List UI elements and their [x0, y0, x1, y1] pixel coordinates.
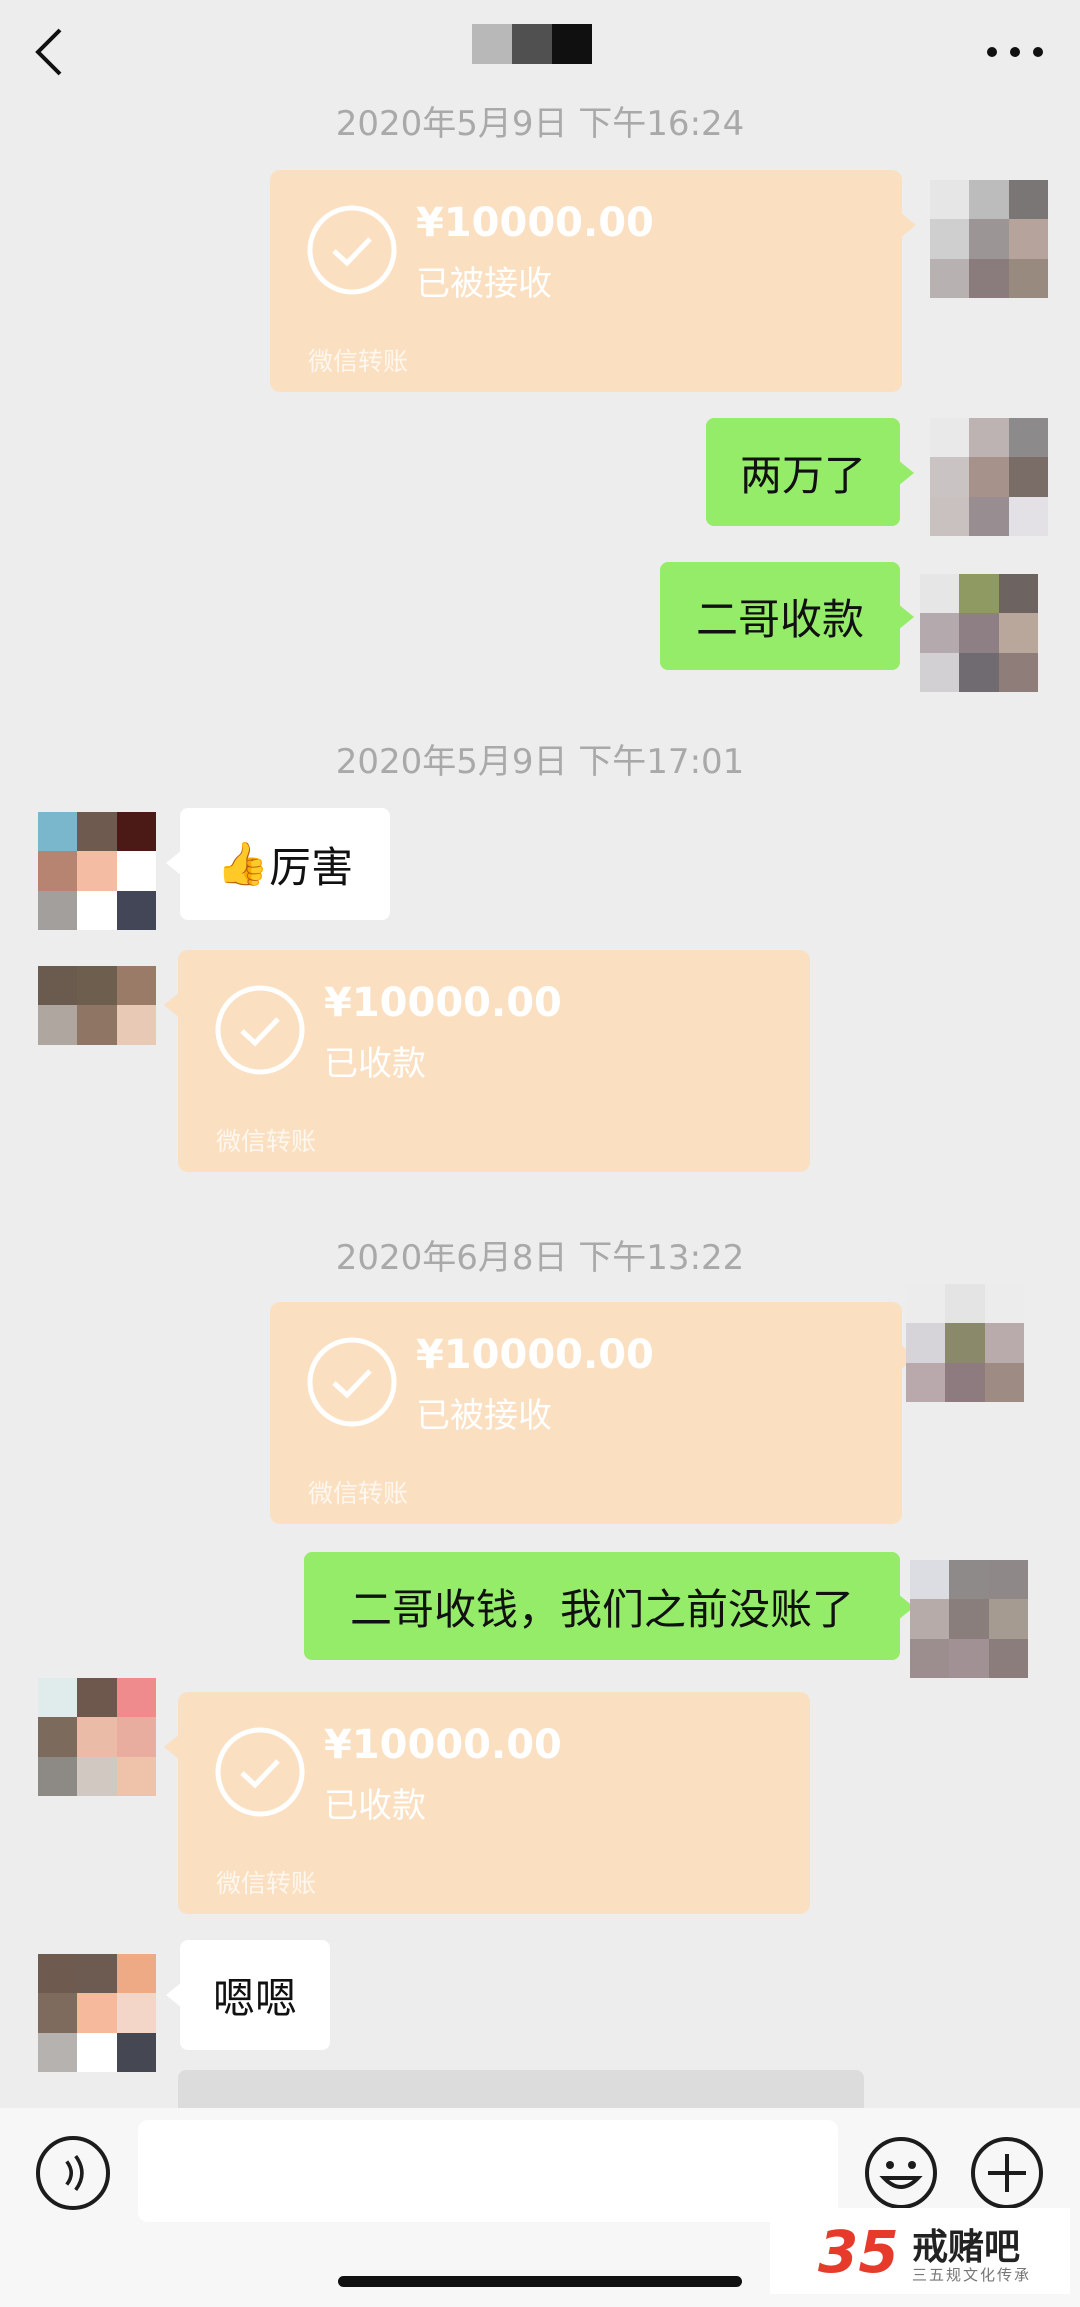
transfer-card[interactable]: ¥10000.00 已收款 微信转账 — [164, 1692, 810, 1914]
chevron-left-icon[interactable] — [30, 22, 70, 82]
check-circle-icon — [215, 985, 305, 1075]
message-text: 厉害 — [269, 842, 354, 892]
home-indicator[interactable] — [338, 2276, 742, 2287]
watermark-logo: 35 戒赌吧 三五规文化传承 — [770, 2208, 1070, 2294]
avatar[interactable] — [38, 812, 156, 930]
transfer-status: 已收款 — [324, 1786, 426, 1826]
avatar[interactable] — [38, 1678, 156, 1796]
avatar[interactable] — [38, 966, 156, 1084]
message-bubble[interactable]: 嗯嗯 — [166, 1940, 330, 2050]
transfer-source: 微信转账 — [216, 1127, 317, 1156]
transfer-source: 微信转账 — [308, 1479, 409, 1508]
watermark-subtitle: 三五规文化传承 — [912, 2266, 1032, 2284]
message-input[interactable] — [138, 2120, 838, 2222]
more-dots-icon[interactable] — [980, 22, 1050, 82]
top-bar — [0, 0, 1080, 100]
chat-title — [472, 24, 592, 64]
transfer-amount: ¥10000.00 — [416, 200, 654, 246]
message-bubble[interactable]: 两万了 — [706, 418, 914, 526]
avatar[interactable] — [910, 1560, 1028, 1678]
plus-icon[interactable] — [968, 2134, 1046, 2212]
watermark-number: 35 — [818, 2218, 899, 2286]
timestamp: 2020年5月9日 下午16:24 — [335, 104, 745, 144]
transfer-status: 已收款 — [324, 1044, 426, 1084]
timestamp: 2020年6月8日 下午13:22 — [335, 1238, 745, 1278]
check-circle-icon — [215, 1727, 305, 1817]
thumbs-up-icon: 👍 — [216, 839, 270, 888]
emoji-icon[interactable] — [862, 2134, 940, 2212]
transfer-card[interactable]: ¥10000.00 已被接收 微信转账 — [270, 1302, 916, 1524]
avatar[interactable] — [930, 180, 1048, 298]
avatar[interactable] — [906, 1284, 1024, 1402]
avatar[interactable] — [920, 574, 1038, 692]
transfer-card[interactable]: ¥10000.00 已收款 微信转账 — [164, 950, 810, 1172]
transfer-status: 已被接收 — [416, 264, 552, 304]
check-circle-icon — [307, 205, 397, 295]
transfer-amount: ¥10000.00 — [324, 980, 562, 1026]
avatar[interactable] — [38, 1954, 156, 2072]
voice-icon[interactable] — [36, 2136, 110, 2210]
check-circle-icon — [307, 1337, 397, 1427]
timestamp: 2020年5月9日 下午17:01 — [335, 742, 745, 782]
message-bubble[interactable]: 二哥收钱，我们之前没账了 — [304, 1552, 914, 1660]
transfer-card[interactable]: ¥10000.00 已被接收 微信转账 — [270, 170, 916, 392]
message-bubble[interactable]: 👍 厉害 — [166, 808, 390, 920]
message-bubble[interactable]: 二哥收款 — [660, 562, 914, 670]
transfer-status: 已被接收 — [416, 1396, 552, 1436]
avatar[interactable] — [930, 418, 1048, 536]
transfer-amount: ¥10000.00 — [324, 1722, 562, 1768]
transfer-source: 微信转账 — [308, 347, 409, 376]
transfer-source: 微信转账 — [216, 1869, 317, 1898]
transfer-amount: ¥10000.00 — [416, 1332, 654, 1378]
watermark-name: 戒赌吧 — [912, 2227, 1021, 2268]
